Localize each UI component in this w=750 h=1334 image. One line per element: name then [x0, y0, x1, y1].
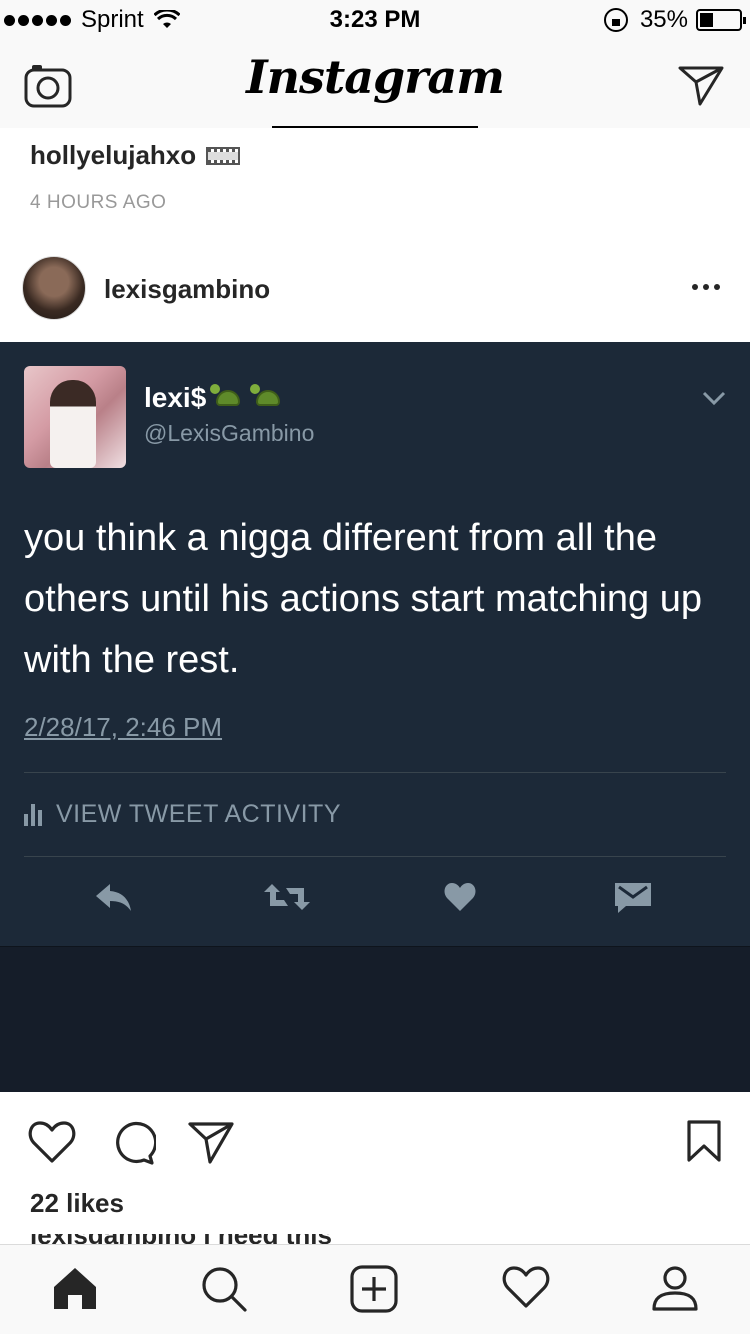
caption-preview-text: lexisgambino i need this — [30, 1234, 390, 1244]
chevron-down-icon — [702, 390, 726, 411]
direct-message-icon — [614, 882, 652, 919]
tweet-name-text: lexi$ — [144, 382, 207, 413]
post-username[interactable]: lexisgambino — [104, 274, 270, 305]
retweet-icon — [264, 882, 310, 917]
previous-post-username[interactable]: hollyelujahxo — [30, 140, 241, 171]
tweet-activity-label: VIEW TWEET ACTIVITY — [56, 800, 342, 828]
tweet-avatar — [24, 366, 126, 468]
likes-count[interactable]: 22 likes — [30, 1188, 124, 1219]
heart-icon[interactable] — [502, 1265, 550, 1314]
comment-icon[interactable] — [110, 1120, 158, 1171]
share-plane-icon[interactable] — [188, 1120, 234, 1169]
app-title: Instagram — [246, 50, 505, 104]
paper-plane-icon[interactable] — [678, 64, 724, 111]
reply-icon — [94, 882, 134, 917]
tweet-display-name: lexi$ — [144, 382, 286, 414]
bottom-tab-bar — [0, 1244, 750, 1334]
add-icon[interactable] — [350, 1265, 398, 1318]
divider — [24, 772, 726, 773]
post-image-tweet: lexi$ @LexisGambino you think a nigga di… — [0, 342, 750, 946]
tweet-activity: VIEW TWEET ACTIVITY — [24, 800, 341, 829]
turtle-emoji-icon — [250, 384, 286, 412]
tweet-text: you think a nigga different from all the… — [24, 517, 703, 681]
turtle-emoji-icon — [210, 384, 246, 412]
rotation-lock-icon — [603, 8, 628, 32]
tweet-handle: @LexisGambino — [144, 420, 315, 446]
caption-preview: lexisgambino i need this — [30, 1234, 390, 1244]
bookmark-icon[interactable] — [686, 1120, 722, 1167]
film-icon — [206, 146, 241, 165]
post-image-lower — [0, 946, 750, 1092]
post-time-ago: 4 HOURS AGO — [30, 192, 167, 213]
profile-icon[interactable] — [652, 1265, 698, 1316]
heart-icon — [444, 882, 476, 917]
divider — [24, 856, 726, 857]
status-bar: Sprint 3:23 PM 35% — [0, 0, 750, 40]
title-underline — [272, 126, 478, 128]
battery-icon — [696, 9, 746, 31]
bar-chart-icon — [24, 803, 42, 826]
more-dots-icon[interactable] — [692, 284, 720, 290]
search-icon[interactable] — [200, 1265, 248, 1318]
post-actions — [0, 1114, 750, 1174]
status-right: 35% — [603, 6, 746, 34]
tweet-actions — [0, 882, 750, 922]
post-header: lexisgambino — [0, 246, 750, 336]
previous-username-text[interactable]: hollyelujahxo — [30, 140, 196, 171]
like-heart-icon[interactable] — [28, 1120, 76, 1169]
top-nav: Instagram — [0, 40, 750, 128]
home-icon[interactable] — [52, 1265, 98, 1316]
battery-percent: 35% — [639, 6, 688, 33]
tweet-timestamp: 2/28/17, 2:46 PM — [24, 712, 223, 742]
avatar[interactable] — [22, 256, 86, 320]
